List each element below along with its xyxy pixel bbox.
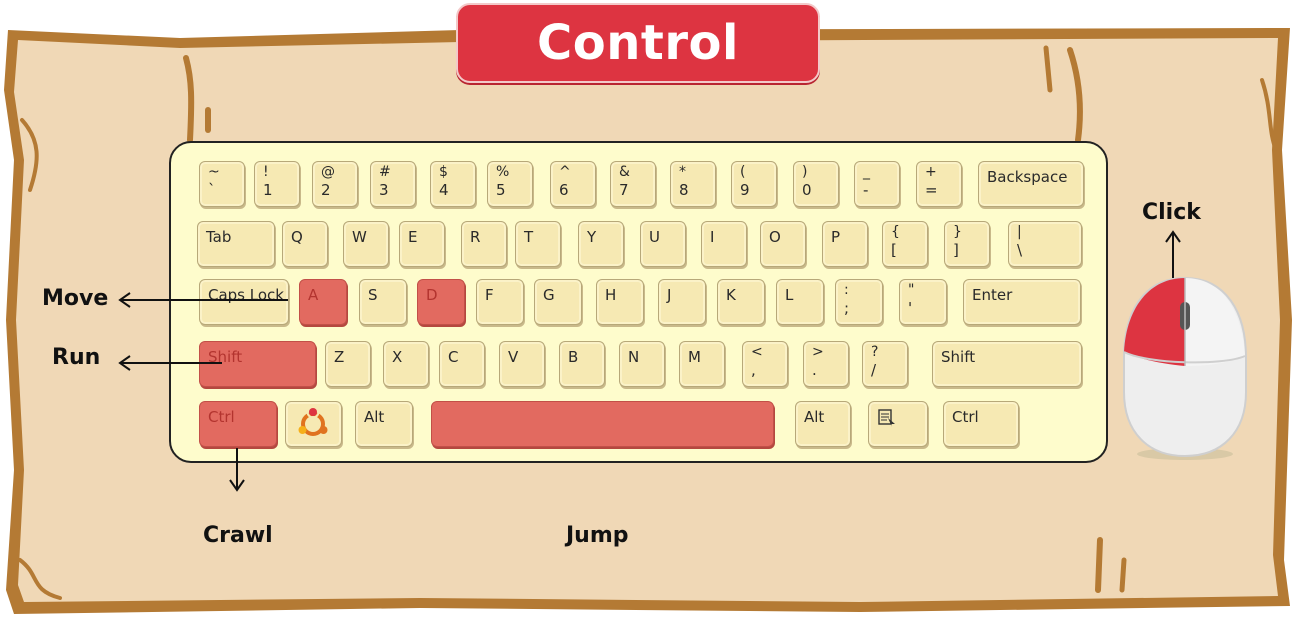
move-arrow xyxy=(118,292,288,308)
mouse-icon xyxy=(1123,276,1247,460)
jump-label: Jump xyxy=(566,523,629,548)
run-label: Run xyxy=(52,345,101,370)
left-mouse-button xyxy=(1124,278,1185,366)
crawl-label: Crawl xyxy=(203,523,273,548)
crawl-arrow xyxy=(229,448,245,492)
move-label: Move xyxy=(42,286,109,311)
callout-arrows xyxy=(118,230,1181,492)
click-label: Click xyxy=(1142,200,1201,225)
mouse-diagram xyxy=(1118,272,1252,468)
run-arrow xyxy=(118,355,222,371)
